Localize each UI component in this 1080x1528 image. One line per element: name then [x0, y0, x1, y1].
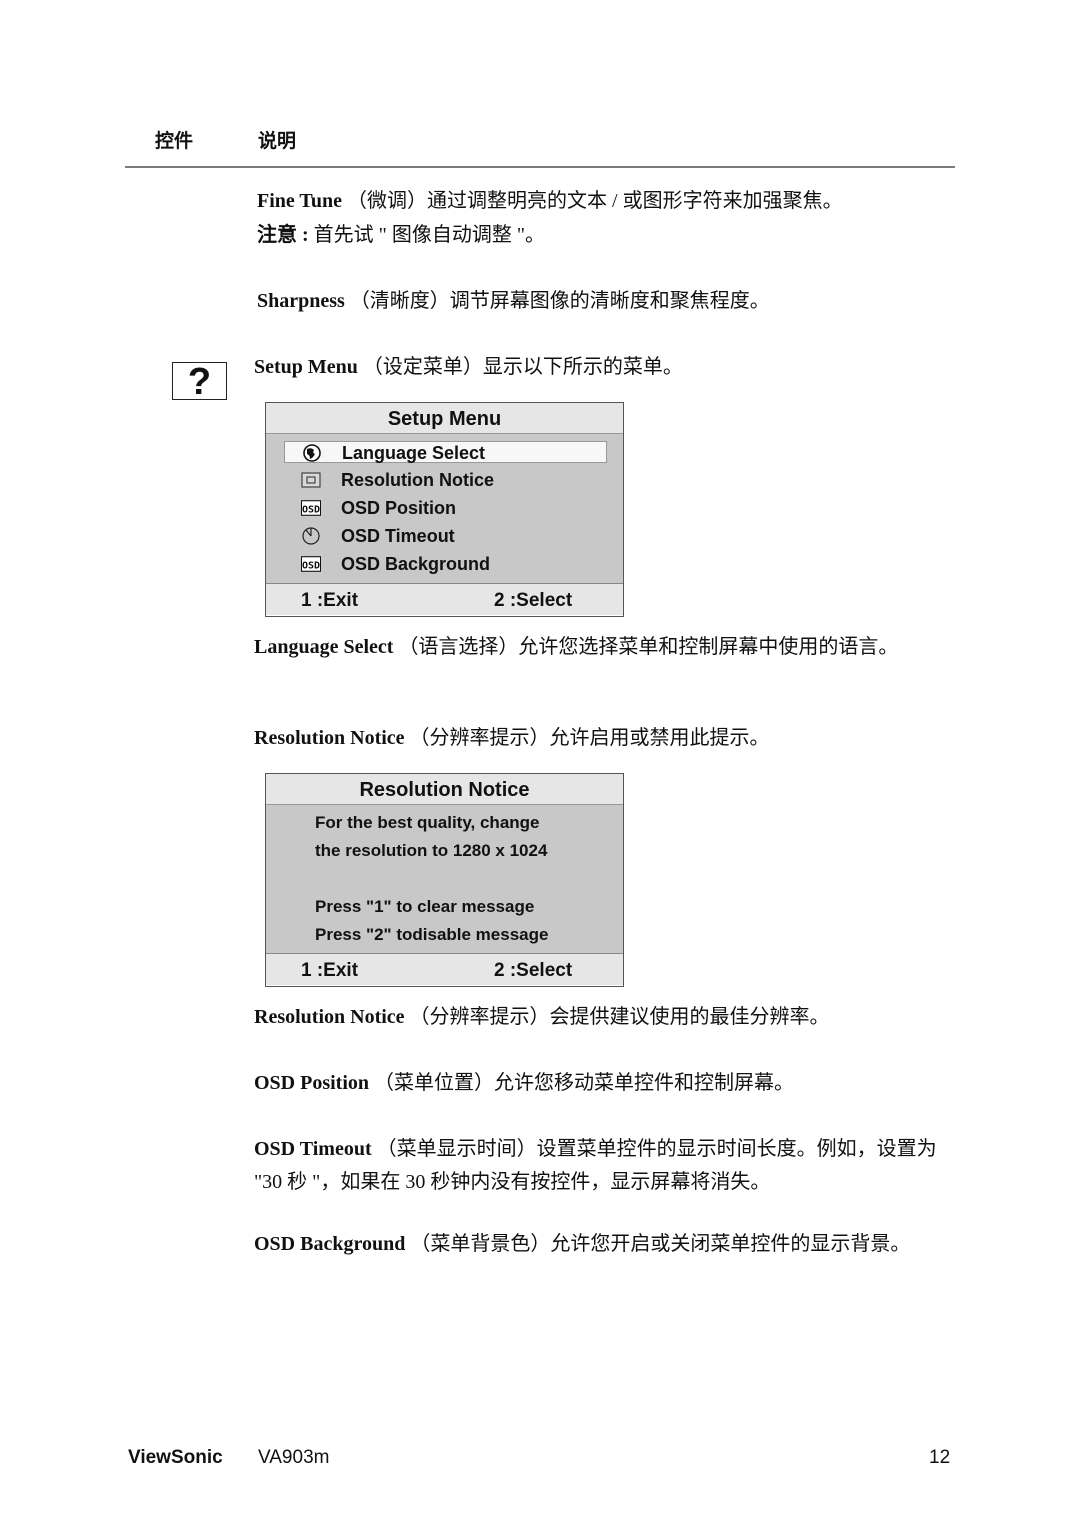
- svg-text:OSD: OSD: [302, 561, 320, 572]
- notice-line: Press "1" to clear message: [315, 897, 535, 916]
- osd-position-paragraph: OSD Position （菜单位置）允许您移动菜单控件和控制屏幕。: [254, 1067, 944, 1100]
- header-divider: [125, 166, 955, 168]
- setup-menu-osd: Setup Menu Language Select Resolution No…: [265, 402, 624, 617]
- description: 首先试 " 图像自动调整 "。: [308, 224, 545, 246]
- osd-footer: 1 :Exit 2 :Select: [266, 583, 623, 615]
- term: Fine Tune: [257, 190, 343, 212]
- menu-item-label: OSD Position: [341, 498, 457, 518]
- resolution-notice-detail-paragraph: Resolution Notice （分辨率提示）会提供建议使用的最佳分辨率。: [254, 1001, 944, 1034]
- exit-key-hint: 1 :Exit: [301, 960, 359, 981]
- column-header-control: 控件: [155, 130, 194, 152]
- osd-title: Resolution Notice: [266, 774, 623, 805]
- description: （清晰度）调节屏幕图像的清晰度和聚焦程度。: [344, 290, 770, 312]
- question-mark-icon: ?: [172, 362, 227, 401]
- menu-item-resolution-notice[interactable]: Resolution Notice: [284, 469, 607, 491]
- column-header-description: 说明: [258, 130, 297, 152]
- description: （菜单位置）允许您移动菜单控件和控制屏幕。: [369, 1072, 795, 1094]
- osd-footer: 1 :Exit 2 :Select: [266, 953, 623, 985]
- term: Setup Menu: [254, 356, 358, 378]
- svg-text:OSD: OSD: [302, 505, 320, 516]
- osd-icon: OSD: [301, 500, 321, 516]
- page-number: 12: [929, 1447, 951, 1468]
- footer-model: VA903m: [258, 1447, 330, 1468]
- description: （语言选择）允许您选择菜单和控制屏幕中使用的语言。: [393, 636, 899, 658]
- notice-line: Press "2" todisable message: [315, 925, 549, 944]
- term: OSD Timeout: [254, 1138, 372, 1160]
- select-key-hint: 2 :Select: [494, 590, 573, 611]
- resolution-notice-osd: Resolution Notice For the best quality, …: [265, 773, 624, 987]
- language-select-paragraph: Language Select （语言选择）允许您选择菜单和控制屏幕中使用的语言…: [254, 631, 944, 664]
- menu-item-label: OSD Background: [341, 554, 491, 574]
- description: （分辨率提示）会提供建议使用的最佳分辨率。: [404, 1006, 830, 1028]
- monitor-icon: [301, 472, 321, 488]
- menu-item-label: Language Select: [342, 443, 486, 463]
- notice-line: the resolution to 1280 x 1024: [315, 841, 548, 860]
- menu-item-label: OSD Timeout: [341, 526, 455, 546]
- exit-key-hint: 1 :Exit: [301, 590, 359, 611]
- description: （菜单背景色）允许您开启或关闭菜单控件的显示背景。: [405, 1233, 911, 1255]
- osd-icon: OSD: [301, 556, 321, 572]
- term: Resolution Notice: [254, 1006, 405, 1028]
- description: （设定菜单）显示以下所示的菜单。: [357, 356, 683, 378]
- osd-background-paragraph: OSD Background （菜单背景色）允许您开启或关闭菜单控件的显示背景。: [254, 1228, 944, 1261]
- osd-timeout-paragraph: OSD Timeout （菜单显示时间）设置菜单控件的显示时间长度。例如，设置为…: [254, 1133, 944, 1199]
- term: Resolution Notice: [254, 727, 405, 749]
- term: Sharpness: [257, 290, 345, 312]
- sharpness-paragraph: Sharpness （清晰度）调节屏幕图像的清晰度和聚焦程度。: [257, 285, 947, 318]
- resolution-notice-paragraph: Resolution Notice （分辨率提示）允许启用或禁用此提示。: [254, 722, 944, 755]
- fine-tune-paragraph: Fine Tune （微调）通过调整明亮的文本 / 或图形字符来加强聚焦。: [257, 185, 947, 218]
- menu-item-label: Resolution Notice: [341, 470, 495, 490]
- term: OSD Position: [254, 1072, 370, 1094]
- menu-item-language-select[interactable]: Language Select: [284, 441, 607, 463]
- notice-line: For the best quality, change: [315, 813, 540, 832]
- term: 注意 :: [257, 224, 309, 246]
- globe-icon: [303, 444, 321, 462]
- osd-menu-list: Language Select Resolution Notice OSD OS…: [266, 434, 623, 583]
- fine-tune-note: 注意 : 首先试 " 图像自动调整 "。: [257, 219, 947, 252]
- setup-menu-paragraph: Setup Menu （设定菜单）显示以下所示的菜单。: [254, 351, 944, 384]
- description: （微调）通过调整明亮的文本 / 或图形字符来加强聚焦。: [342, 190, 843, 212]
- footer-brand: ViewSonic: [128, 1447, 223, 1468]
- term: Language Select: [254, 636, 394, 658]
- description: （分辨率提示）允许启用或禁用此提示。: [404, 727, 770, 749]
- menu-item-osd-position[interactable]: OSD OSD Position: [284, 497, 607, 519]
- term: OSD Background: [254, 1233, 406, 1255]
- menu-item-osd-background[interactable]: OSD OSD Background: [284, 553, 607, 575]
- select-key-hint: 2 :Select: [494, 960, 573, 981]
- osd-message-body: For the best quality, change the resolut…: [266, 805, 623, 953]
- osd-title: Setup Menu: [266, 403, 623, 434]
- clock-icon: [302, 527, 320, 545]
- menu-item-osd-timeout[interactable]: OSD Timeout: [284, 525, 607, 547]
